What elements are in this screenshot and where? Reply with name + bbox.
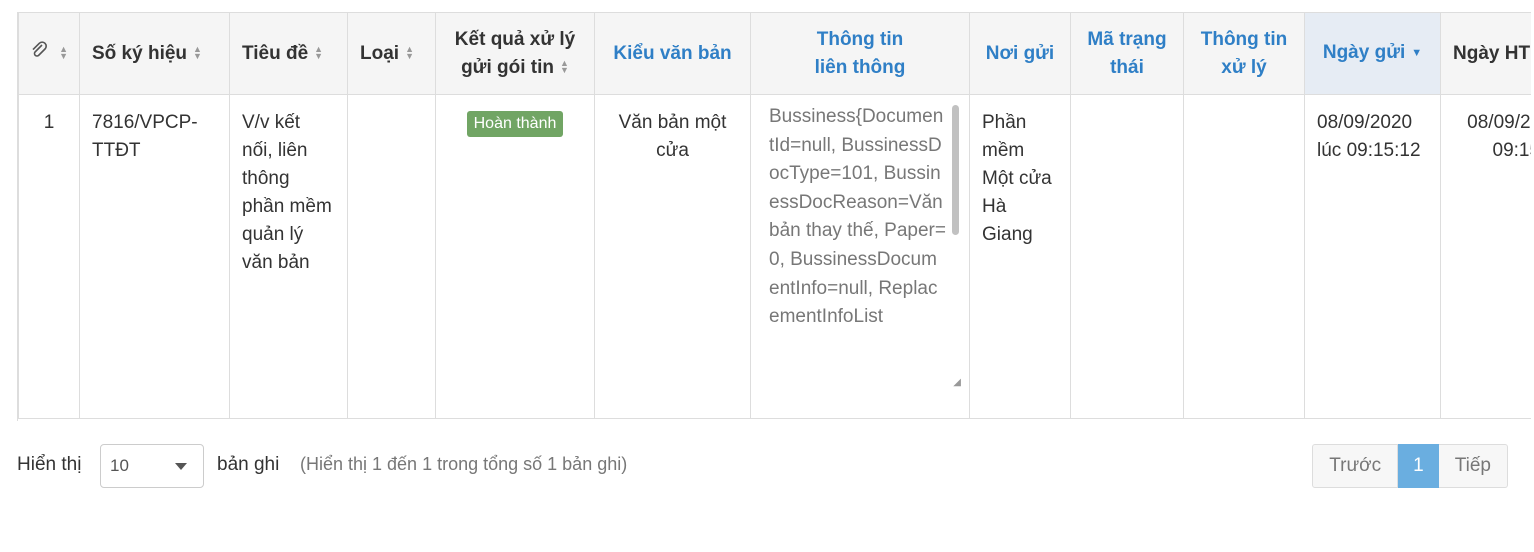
sort-icon[interactable]: ▲ ▼: [59, 45, 68, 61]
prev-page-button[interactable]: Trước: [1312, 444, 1399, 488]
col-so-ky-hieu[interactable]: Số ký hiệu ▲ ▼: [79, 12, 230, 95]
table-header-row: ▲ ▼ Số ký hiệu ▲ ▼ Tiêu đề ▲ ▼ Loại ▲ ▼ Kết quả…: [18, 12, 1531, 95]
records-label: bản ghi: [217, 454, 280, 475]
textarea-scrollbar[interactable]: [952, 105, 959, 235]
documents-table: ▲ ▼ Số ký hiệu ▲ ▼ Tiêu đề ▲ ▼ Loại ▲ ▼ Kết quả…: [18, 12, 1531, 419]
table-footer: Hiển thị 10 bản ghi (Hiển thị 1 đến 1 tr…: [17, 444, 1508, 488]
cell-so-ky-hieu: 7816/VPCP-TTĐT: [79, 94, 230, 419]
documents-table-container: ▲ ▼ Số ký hiệu ▲ ▼ Tiêu đề ▲ ▼ Loại ▲ ▼ Kết quả…: [17, 12, 1531, 421]
sort-icon[interactable]: ▲ ▼: [193, 45, 202, 61]
sort-icon[interactable]: ▲ ▼: [405, 45, 414, 61]
col-attachment[interactable]: ▲ ▼: [18, 12, 80, 95]
cell-noi-gui: Phần mềm Một cửa Hà Giang: [969, 94, 1071, 419]
cell-index: 1: [18, 94, 80, 419]
thong-tin-textarea[interactable]: Bussiness{DocumentId=null, BussinessDocT…: [769, 103, 965, 399]
col-ngay-gui[interactable]: Ngày gửi ▼: [1304, 12, 1441, 95]
paperclip-icon: [30, 40, 53, 64]
col-noi-gui[interactable]: Nơi gửi: [969, 12, 1071, 95]
sort-icon[interactable]: ▲ ▼: [314, 45, 323, 61]
cell-ma-trang-thai: [1070, 94, 1184, 419]
sort-icon[interactable]: ▲ ▼: [560, 59, 569, 75]
cell-ngay-ht: 08/09/2020 lúc 09:15:12: [1440, 94, 1531, 419]
col-thong-tin-xu-ly[interactable]: Thông tin xử lý: [1183, 12, 1305, 95]
col-loai[interactable]: Loại ▲ ▼: [347, 12, 436, 95]
resize-handle-icon[interactable]: ◢: [953, 369, 961, 397]
cell-thong-tin-lien-thong: Bussiness{DocumentId=null, BussinessDocT…: [750, 94, 970, 419]
cell-ket-qua: Hoàn thành: [435, 94, 595, 419]
col-ngay-ht[interactable]: Ngày HT: [1440, 12, 1531, 95]
table-row[interactable]: 1 7816/VPCP-TTĐT V/v kết nối, liên thông…: [18, 94, 1531, 419]
caret-down-icon: [175, 463, 187, 470]
sort-desc-icon[interactable]: ▼: [1411, 39, 1422, 67]
records-info: (Hiển thị 1 đến 1 trong tổng số 1 bản gh…: [300, 454, 628, 474]
show-label: Hiển thị: [17, 454, 82, 475]
cell-kieu-van-ban: Văn bản một cửa: [594, 94, 751, 419]
page-size-select[interactable]: 10: [100, 444, 204, 488]
page-size-value: 10: [110, 456, 129, 475]
col-kieu-van-ban[interactable]: Kiểu văn bản: [594, 12, 751, 95]
next-page-button[interactable]: Tiếp: [1438, 444, 1508, 488]
col-thong-tin-lien-thong[interactable]: Thông tin liên thông: [750, 12, 970, 95]
cell-loai: [347, 94, 436, 419]
col-tieu-de[interactable]: Tiêu đề ▲ ▼: [229, 12, 348, 95]
pagination: Trước 1 Tiếp: [1312, 444, 1508, 488]
col-ma-trang-thai[interactable]: Mã trạng thái: [1070, 12, 1184, 95]
status-badge: Hoàn thành: [466, 111, 564, 137]
col-ket-qua[interactable]: Kết quả xử lý gửi gói tin ▲ ▼: [435, 12, 595, 95]
page-1-button[interactable]: 1: [1398, 444, 1439, 488]
cell-tieu-de: V/v kết nối, liên thông phần mềm quản lý…: [229, 94, 348, 419]
cell-ngay-gui: 08/09/2020 lúc 09:15:12: [1304, 94, 1441, 419]
cell-thong-tin-xu-ly: [1183, 94, 1305, 419]
